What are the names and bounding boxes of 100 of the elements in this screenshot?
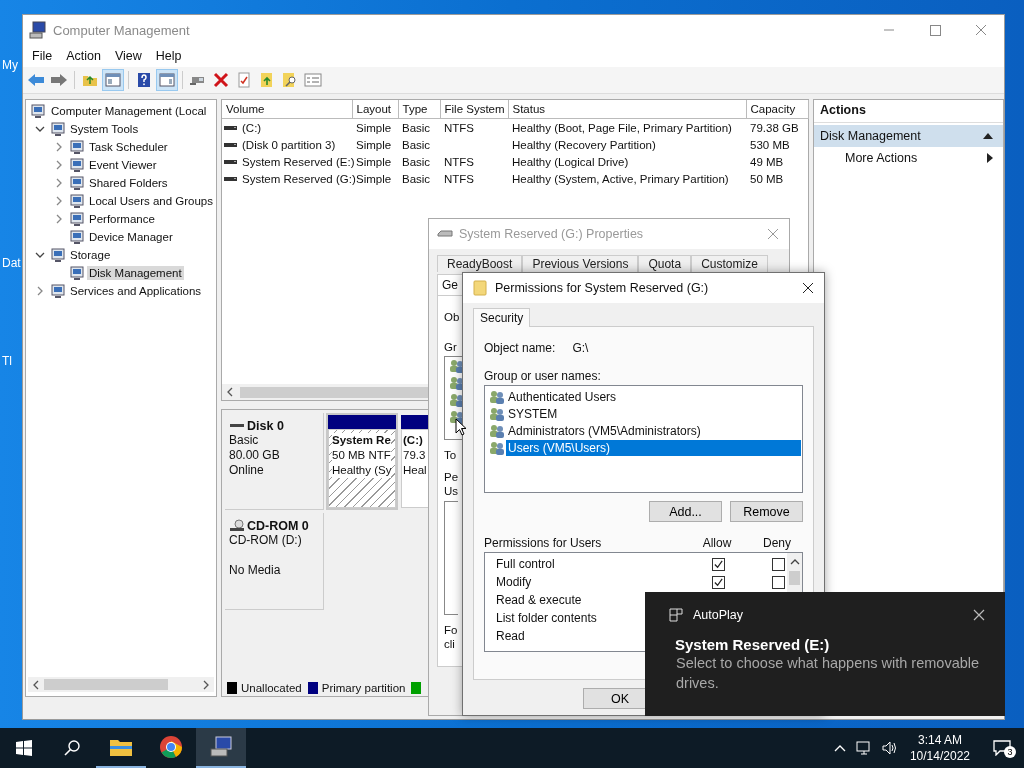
horizontal-scrollbar[interactable] — [28, 677, 214, 692]
network-icon[interactable] — [855, 741, 872, 755]
tab[interactable]: Ge — [437, 274, 463, 296]
toolbar-button[interactable] — [102, 69, 124, 91]
table-cell: System Reserved (G:) — [242, 172, 356, 185]
scroll-thumb[interactable] — [789, 571, 800, 585]
desktop-icon-label[interactable]: Dat — [2, 256, 21, 270]
column-header[interactable]: File System — [440, 100, 508, 119]
tree-item[interactable]: Shared Folders — [87, 176, 170, 190]
expand-chevron-icon[interactable] — [54, 178, 64, 188]
action-link[interactable]: More Actions — [845, 151, 918, 165]
dialog-button[interactable]: Add... — [649, 501, 722, 522]
notifications-icon[interactable] — [993, 740, 1011, 756]
column-header[interactable]: Status — [508, 100, 746, 119]
taskbar-app[interactable] — [196, 728, 246, 768]
expand-chevron-icon[interactable] — [54, 142, 64, 152]
menu-item[interactable]: View — [107, 47, 149, 65]
vertical-scrollbar[interactable] — [787, 553, 802, 593]
volume-icon[interactable] — [881, 741, 898, 755]
tree-item[interactable]: System Tools — [68, 122, 141, 136]
partition-header-bar — [328, 415, 396, 429]
submenu-arrow-icon[interactable] — [987, 153, 993, 163]
actions-section[interactable]: Disk Management — [814, 125, 1003, 147]
list-item[interactable]: Administrators (VM5\Administrators) — [506, 422, 801, 439]
tree-item[interactable]: Services and Applications — [68, 284, 204, 298]
partition-detail: 50 MB NTF — [332, 448, 391, 463]
checkbox[interactable] — [711, 557, 725, 571]
drive-icon — [224, 174, 238, 183]
tree-item[interactable]: Device Manager — [87, 230, 175, 244]
notification-count: 3 — [1004, 746, 1016, 758]
tab[interactable]: Security — [473, 308, 531, 327]
expand-chevron-icon[interactable] — [35, 286, 45, 296]
close-icon[interactable] — [802, 282, 814, 294]
scroll-left-icon[interactable] — [226, 387, 234, 397]
desktop-icon-label[interactable]: Tl — [2, 354, 21, 368]
column-header: Deny — [762, 536, 792, 550]
table-cell: System Reserved (E:) — [242, 155, 355, 168]
collapse-chevron-icon[interactable] — [35, 250, 45, 260]
tab[interactable]: Customize — [691, 255, 768, 272]
menu-item[interactable]: Help — [148, 47, 189, 65]
tree-item[interactable]: Task Scheduler — [87, 140, 170, 154]
checkbox[interactable] — [771, 575, 785, 589]
disk-detail: No Media — [229, 563, 282, 578]
table-cell: NTFS — [444, 172, 475, 185]
clock-time[interactable]: 3:14 AM — [917, 732, 962, 748]
expand-chevron-icon[interactable] — [54, 214, 64, 224]
expand-chevron-icon[interactable] — [54, 160, 64, 170]
table-cell: (C:) — [242, 121, 262, 134]
collapse-chevron-icon[interactable] — [35, 124, 45, 134]
tree-item[interactable]: Event Viewer — [87, 158, 159, 172]
folder-icon — [109, 737, 133, 757]
disk-detail: 80.00 GB — [229, 448, 281, 463]
scroll-right-icon[interactable] — [202, 679, 210, 690]
tab[interactable]: Quota — [638, 255, 692, 272]
disk-detail: Online — [229, 463, 265, 478]
tab[interactable]: ReadyBoost — [437, 255, 523, 272]
close-icon[interactable] — [973, 609, 985, 621]
desktop-icon-label[interactable]: My — [2, 58, 21, 72]
tab[interactable]: Previous Versions — [522, 255, 639, 272]
scroll-up-icon[interactable] — [789, 559, 800, 565]
clock-date[interactable]: 10/14/2022 — [909, 748, 970, 764]
checkbox[interactable] — [711, 575, 725, 589]
column-header[interactable]: Volume — [222, 100, 352, 119]
checkbox[interactable] — [771, 557, 785, 571]
tree-item[interactable]: Disk Management — [87, 266, 184, 280]
column-header[interactable]: Layout — [352, 100, 398, 119]
table-cell: Healthy (Logical Drive) — [512, 155, 629, 168]
column-header[interactable]: Type — [398, 100, 440, 119]
table-cell: Simple — [356, 155, 392, 168]
caret-up-icon[interactable] — [833, 744, 846, 752]
table-cell: Basic — [402, 121, 431, 134]
partition-block[interactable]: System Re 50 MB NTF Healthy (Sy — [326, 413, 398, 510]
menu-item[interactable]: File — [25, 47, 60, 65]
tree-item[interactable]: Storage — [68, 248, 113, 262]
toolbar-button[interactable] — [156, 69, 178, 91]
tool-icon — [30, 103, 46, 119]
note-text: Fo — [444, 623, 458, 637]
table-cell: 50 MB — [750, 172, 784, 185]
tool-icon — [69, 229, 85, 245]
tree-item[interactable]: Performance — [87, 212, 157, 226]
table-cell: (Disk 0 partition 3) — [242, 138, 336, 151]
scroll-left-icon[interactable] — [32, 679, 40, 690]
hint-text: To — [444, 448, 457, 462]
list-item[interactable]: Authenticated Users — [506, 388, 801, 405]
dialog-button[interactable]: Remove — [730, 501, 803, 522]
field-label: Group or user names: — [484, 369, 602, 383]
back-arrow-icon — [27, 72, 45, 88]
computer-management-icon — [209, 735, 233, 759]
notification-toast[interactable]: AutoPlay System Reserved (E:) Select to choose what happens with removable drives. — [645, 592, 1005, 716]
column-header[interactable]: Capacity — [746, 100, 808, 119]
expand-chevron-icon[interactable] — [54, 196, 64, 206]
list-item[interactable]: SYSTEM — [506, 405, 801, 422]
tree-item[interactable]: Local Users and Groups — [87, 194, 215, 208]
collapse-triangle-icon[interactable] — [983, 133, 993, 139]
tree-item[interactable]: Computer Management (Local — [49, 104, 209, 118]
disk-detail: CD-ROM (D:) — [229, 533, 303, 548]
field-value: G:\ — [572, 341, 589, 355]
menu-item[interactable]: Action — [59, 47, 108, 65]
partition-detail: System Re — [332, 433, 391, 448]
list-item[interactable]: Users (VM5\Users) — [506, 439, 801, 456]
